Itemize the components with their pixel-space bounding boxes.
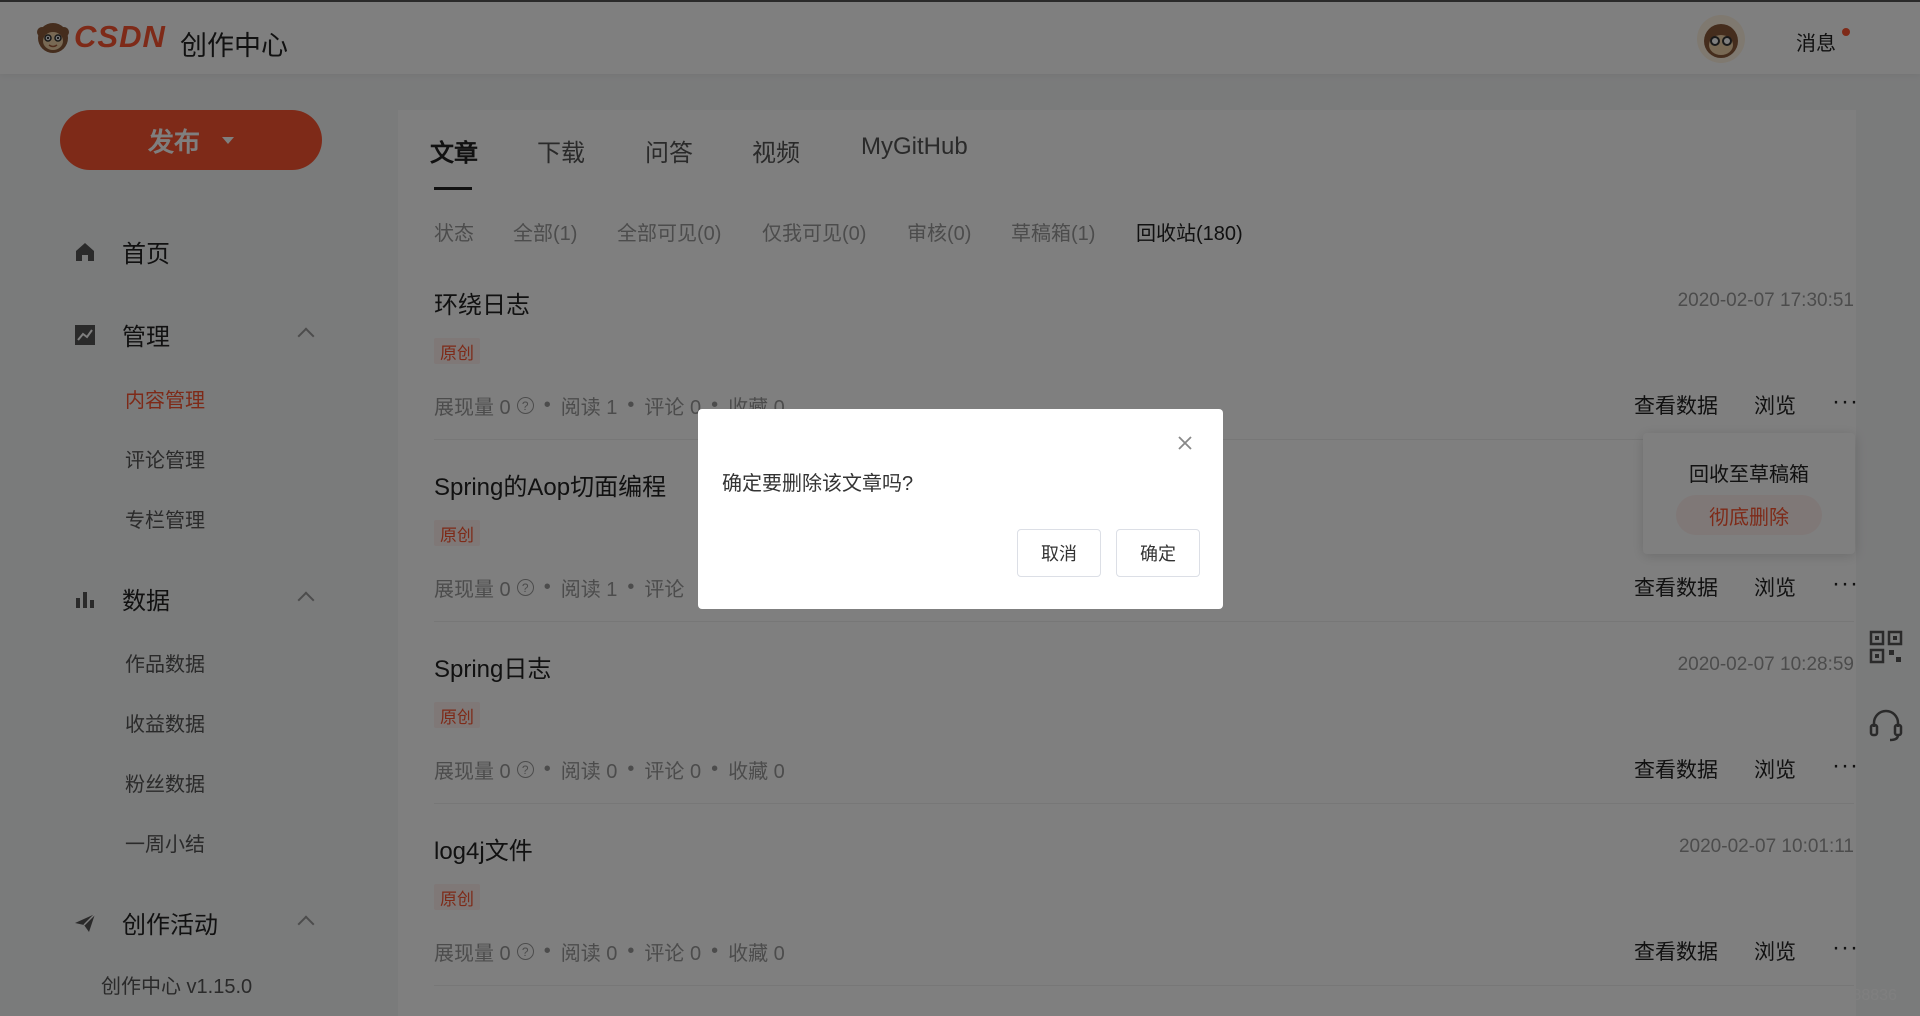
delete-confirm-dialog: 确定要删除该文章吗? 取消 确定	[698, 409, 1223, 609]
confirm-button[interactable]: 确定	[1116, 529, 1200, 577]
dialog-message: 确定要删除该文章吗?	[722, 473, 914, 495]
cancel-button[interactable]: 取消	[1017, 529, 1101, 577]
close-icon[interactable]	[1175, 433, 1195, 453]
